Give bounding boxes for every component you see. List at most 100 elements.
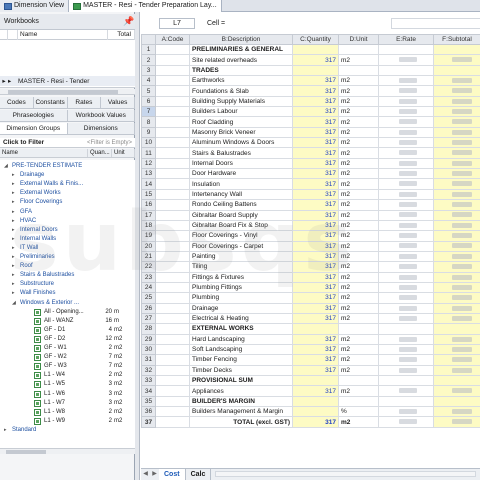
cell-quantity[interactable]: 317 — [292, 157, 339, 170]
expand-icon[interactable]: ▸ — [12, 271, 17, 280]
cell-unit[interactable]: m2 — [338, 240, 379, 252]
cell-code[interactable] — [155, 54, 190, 66]
tree-col-unit[interactable]: Unit — [112, 149, 135, 157]
cell-quantity[interactable]: 317 — [292, 312, 339, 325]
cell-subtotal[interactable] — [433, 323, 480, 335]
tree-item[interactable]: GF - W1 2 m2 — [0, 344, 135, 353]
cell-description[interactable]: Fittings & Fixtures — [189, 271, 293, 283]
expand-icon[interactable]: ▸ — [0, 77, 8, 85]
table-row[interactable]: 9 Masonry Brick Veneer 317 m2 — [141, 126, 480, 139]
cell-quantity[interactable]: 317 — [292, 219, 339, 232]
table-row[interactable]: 17 Gibraltar Board Supply 317 m2 — [141, 209, 480, 221]
cell-description[interactable]: Painting — [189, 250, 293, 263]
table-row[interactable]: 2 Site related overheads 317 m2 — [141, 54, 480, 66]
cell-unit[interactable]: m2 — [338, 178, 379, 190]
cell-code[interactable] — [155, 416, 190, 428]
cell-subtotal[interactable] — [433, 395, 480, 408]
table-row[interactable]: 28 EXTERNAL WORKS — [141, 323, 480, 335]
cell-description[interactable]: Aluminum Windows & Doors — [189, 137, 293, 149]
tree-col-name[interactable]: Name — [0, 149, 88, 157]
cell-rate[interactable] — [378, 116, 434, 128]
pin-icon[interactable]: 📌 — [123, 16, 134, 26]
column-header[interactable]: D:Unit — [338, 34, 379, 45]
cell-unit[interactable]: m2 — [338, 312, 379, 325]
cell-description[interactable]: Stairs & Balustrades — [189, 147, 293, 159]
cell-unit[interactable]: m2 — [338, 116, 379, 128]
cell-description[interactable]: Insulation — [189, 178, 293, 190]
cell-unit[interactable]: m2 — [338, 95, 379, 108]
cell-code[interactable] — [155, 395, 190, 408]
row-number[interactable]: 23 — [141, 271, 156, 283]
cell-quantity[interactable]: 317 — [292, 178, 339, 190]
cell-unit[interactable]: m2 — [338, 106, 379, 118]
cell-quantity[interactable]: 317 — [292, 95, 339, 108]
collapse-icon[interactable]: ◢ — [12, 299, 17, 308]
tree-item[interactable]: L1 - W6 3 m2 — [0, 390, 135, 399]
table-row[interactable]: 13 Door Hardware 317 m2 — [141, 168, 480, 180]
table-row[interactable]: 12 Internal Doors 317 m2 — [141, 157, 480, 170]
cell-code[interactable] — [155, 240, 190, 252]
cell-quantity[interactable]: 317 — [292, 147, 339, 159]
cell-rate[interactable] — [378, 343, 434, 356]
row-number[interactable]: 3 — [141, 64, 156, 77]
cell-quantity[interactable]: 317 — [292, 364, 339, 377]
cell-description[interactable]: Earthworks — [189, 75, 293, 87]
cell-code[interactable] — [155, 209, 190, 221]
cell-code[interactable] — [155, 64, 190, 77]
row-number[interactable]: 16 — [141, 199, 156, 211]
cell-description[interactable]: Builders Management & Margin — [189, 406, 293, 418]
cell-description[interactable]: Roof Cladding — [189, 116, 293, 128]
row-number[interactable]: 22 — [141, 261, 156, 273]
tree-group[interactable]: ▸ Substructure — [0, 280, 135, 289]
expand-icon[interactable]: ▸ — [12, 198, 17, 207]
cell-quantity[interactable]: 317 — [292, 343, 339, 356]
row-number[interactable]: 27 — [141, 312, 156, 325]
workbooks-col-total[interactable]: Total — [108, 30, 135, 40]
table-row[interactable]: 23 Fittings & Fixtures 317 m2 — [141, 271, 480, 283]
cell-rate[interactable] — [378, 292, 434, 304]
cell-rate[interactable] — [378, 395, 434, 408]
row-number[interactable]: 20 — [141, 240, 156, 252]
expand-icon[interactable]: ▸ — [12, 244, 17, 253]
left-tab-values[interactable]: Values — [101, 97, 135, 108]
cell-rate[interactable] — [378, 209, 434, 221]
cell-description[interactable]: Soft Landscaping — [189, 343, 293, 356]
row-number[interactable]: 21 — [141, 250, 156, 263]
cell-subtotal[interactable] — [433, 209, 480, 221]
cell-quantity[interactable]: 317 — [292, 416, 339, 428]
table-row[interactable]: 24 Plumbing Fittings 317 m2 — [141, 281, 480, 294]
table-row[interactable]: 25 Plumbing 317 m2 — [141, 292, 480, 304]
tree-group[interactable]: ▸ External Works — [0, 189, 135, 198]
expand-icon[interactable]: ▸ — [12, 235, 17, 244]
cell-subtotal[interactable] — [433, 157, 480, 170]
cell-subtotal[interactable] — [433, 364, 480, 377]
left-tab-constants[interactable]: Constants — [33, 97, 68, 108]
cell-subtotal[interactable] — [433, 75, 480, 87]
cell-quantity[interactable]: 317 — [292, 106, 339, 118]
cell-subtotal[interactable] — [433, 230, 480, 242]
cell-rate[interactable] — [378, 43, 434, 56]
cell-unit[interactable]: m2 — [338, 250, 379, 263]
cell-quantity[interactable]: 317 — [292, 302, 339, 314]
cell-description[interactable]: Site related overheads — [189, 54, 293, 66]
cell-description[interactable]: Timber Decks — [189, 364, 293, 377]
cell-unit[interactable]: m2 — [338, 364, 379, 377]
cell-quantity[interactable]: 317 — [292, 188, 339, 201]
table-row[interactable]: 33 PROVISIONAL SUM — [141, 374, 480, 387]
column-header[interactable]: C:Quantity — [292, 34, 339, 45]
tree-item[interactable]: GF - D1 4 m2 — [0, 326, 135, 335]
cell-code[interactable] — [155, 199, 190, 211]
cell-description[interactable]: Foundations & Slab — [189, 85, 293, 97]
cell-code[interactable] — [155, 312, 190, 325]
cell-quantity[interactable]: 317 — [292, 199, 339, 211]
cell-unit[interactable] — [338, 323, 379, 335]
cell-unit[interactable]: m2 — [338, 137, 379, 149]
table-row[interactable]: 26 Drainage 317 m2 — [141, 302, 480, 314]
cell-unit[interactable]: m2 — [338, 385, 379, 397]
tree-group[interactable]: ▸ Stairs & Balustrades — [0, 271, 135, 280]
cell-unit[interactable]: m2 — [338, 188, 379, 201]
tree-scrollbar[interactable] — [0, 448, 135, 454]
cell-subtotal[interactable] — [433, 106, 480, 118]
cell-code[interactable] — [155, 261, 190, 273]
cell-unit[interactable]: % — [338, 406, 379, 418]
